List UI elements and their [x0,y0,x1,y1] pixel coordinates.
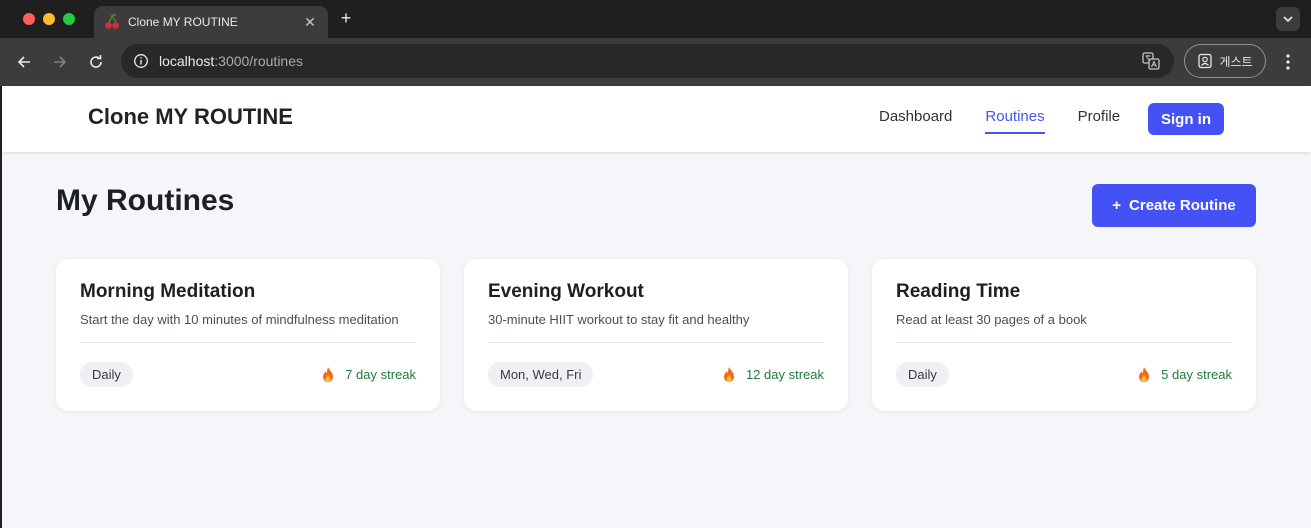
routine-card[interactable]: Reading Time Read at least 30 pages of a… [872,259,1256,411]
browser-tab-strip: Clone MY ROUTINE ✕ + [0,0,1311,38]
routine-description: 30-minute HIIT workout to stay fit and h… [488,312,750,327]
chevron-down-icon [1283,16,1293,23]
profile-button[interactable]: 게스트 [1184,44,1266,78]
browser-toolbar: localhost:3000/routines 게스트 [0,38,1311,86]
schedule-badge: Daily [80,362,133,387]
brand-logo[interactable]: Clone MY ROUTINE [88,104,293,130]
address-bar[interactable]: localhost:3000/routines [121,44,1174,78]
tab-close-icon[interactable]: ✕ [302,14,318,31]
routine-card[interactable]: Evening Workout 30-minute HIIT workout t… [464,259,848,411]
routine-title: Morning Meditation [80,281,256,302]
routine-list: Morning Meditation Start the day with 10… [56,259,1256,411]
streak-indicator: 12 day streak [721,366,824,384]
person-icon [1198,53,1213,69]
streak-indicator: 5 day streak [1136,366,1232,384]
main-nav: Dashboard Routines Profile [879,108,1120,134]
card-footer: Daily 5 day streak [896,362,1232,387]
site-info-icon[interactable] [133,53,149,69]
page-content: Clone MY ROUTINE Dashboard Routines Prof… [2,86,1311,528]
fire-icon [323,366,334,382]
browser-tab-active[interactable]: Clone MY ROUTINE ✕ [94,6,328,38]
fire-icon [1139,366,1150,382]
tab-title: Clone MY ROUTINE [128,15,238,29]
create-routine-label: Create Routine [1129,197,1236,214]
card-divider [488,342,824,343]
more-menu-icon[interactable] [1280,52,1296,72]
tab-search-button[interactable] [1276,7,1300,31]
streak-label: 7 day streak [345,367,416,382]
routine-title: Reading Time [896,281,1021,302]
maximize-window-button[interactable] [63,13,75,25]
url-path: :3000/routines [214,53,303,69]
create-routine-button[interactable]: + Create Routine [1092,184,1256,227]
back-button[interactable] [14,52,34,72]
routine-title: Evening Workout [488,281,644,302]
window-controls [23,13,75,25]
card-footer: Daily 7 day streak [80,362,416,387]
cherry-icon [104,14,120,30]
url-host: localhost [159,53,215,69]
app-header: Clone MY ROUTINE Dashboard Routines Prof… [2,86,1311,152]
streak-label: 5 day streak [1161,367,1232,382]
streak-label: 12 day streak [745,367,824,382]
close-window-button[interactable] [23,13,35,25]
sign-in-button[interactable]: Sign in [1148,103,1224,135]
reload-button[interactable] [86,52,106,72]
minimize-window-button[interactable] [43,13,55,25]
forward-button[interactable] [50,52,70,72]
schedule-badge: Mon, Wed, Fri [488,362,594,387]
page-title: My Routines [56,184,235,217]
schedule-badge: Daily [896,362,949,387]
routine-description: Start the day with 10 minutes of mindful… [80,312,399,327]
arrow-right-icon [54,56,67,68]
card-footer: Mon, Wed, Fri 12 day streak [488,362,824,387]
card-divider [80,342,416,343]
routine-description: Read at least 30 pages of a book [896,312,1087,327]
new-tab-button[interactable]: + [336,8,356,28]
nav-link-profile[interactable]: Profile [1078,108,1121,134]
reload-icon [90,55,102,68]
nav-link-dashboard[interactable]: Dashboard [879,108,952,134]
nav-link-routines[interactable]: Routines [985,108,1045,134]
routine-card[interactable]: Morning Meditation Start the day with 10… [56,259,440,411]
translate-icon[interactable] [1142,52,1160,70]
fire-icon [723,366,734,382]
streak-indicator: 7 day streak [320,366,416,384]
card-divider [896,342,1232,343]
profile-label: 게스트 [1219,54,1253,69]
plus-icon: + [1112,197,1122,214]
arrow-left-icon [17,56,30,68]
